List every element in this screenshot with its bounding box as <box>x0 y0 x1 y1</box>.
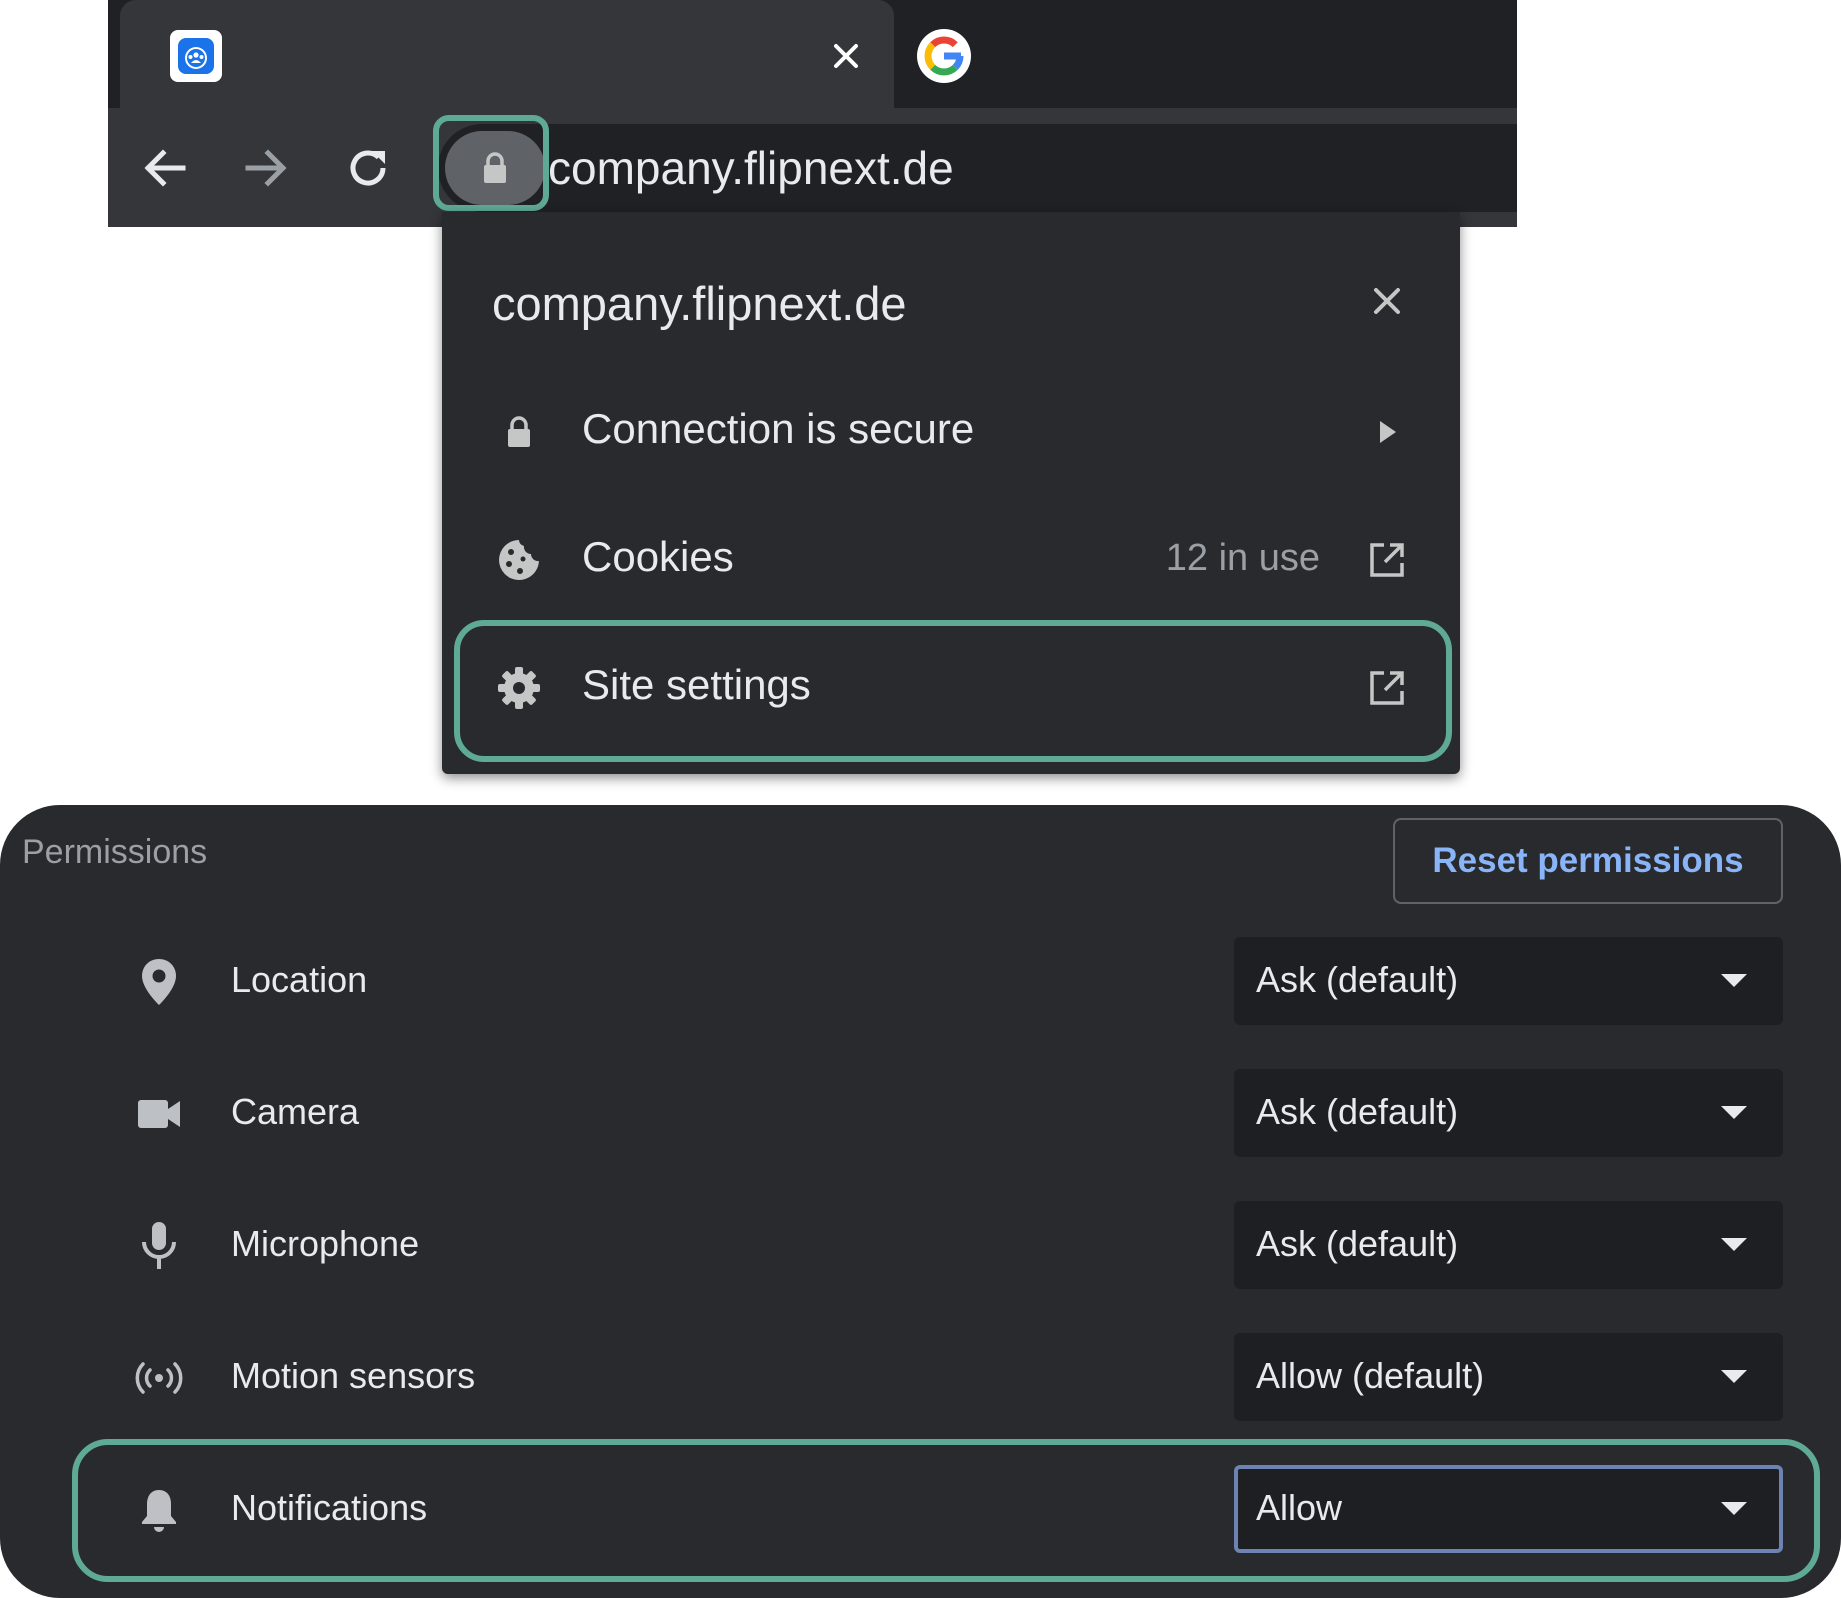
browser-chrome: company.flipnext.de <box>108 0 1517 227</box>
connection-secure-label: Connection is secure <box>582 405 975 452</box>
dropdown-caret-icon <box>1721 974 1747 987</box>
tab-active[interactable] <box>120 0 894 125</box>
permission-row-camera: Camera Ask (default) <box>0 1069 1841 1157</box>
motion-sensors-select[interactable]: Allow (default) <box>1234 1333 1783 1421</box>
dropdown-caret-icon <box>1721 1238 1747 1251</box>
location-select[interactable]: Ask (default) <box>1234 937 1783 1025</box>
popup-title: company.flipnext.de <box>492 277 907 330</box>
toolbar: company.flipnext.de <box>108 108 1517 227</box>
microphone-select[interactable]: Ask (default) <box>1234 1201 1783 1289</box>
permission-label: Location <box>231 959 368 1000</box>
camera-icon <box>133 1088 185 1140</box>
cookie-icon <box>494 535 544 585</box>
reset-permissions-button[interactable]: Reset permissions <box>1393 818 1783 904</box>
external-link-icon <box>1362 535 1412 585</box>
lock-icon <box>494 407 544 457</box>
permission-label: Microphone <box>231 1223 420 1264</box>
dropdown-caret-icon <box>1721 1370 1747 1383</box>
cookies-label: Cookies <box>582 533 734 580</box>
connection-secure-row[interactable]: Connection is secure <box>442 377 1460 487</box>
select-value: Allow (default) <box>1256 1355 1485 1396</box>
highlight-site-settings <box>454 620 1452 762</box>
highlight-lock-icon <box>433 115 549 211</box>
address-url[interactable]: company.flipnext.de <box>548 138 954 198</box>
permission-row-motion-sensors: Motion sensors Allow (default) <box>0 1333 1841 1421</box>
permissions-title: Permissions <box>22 833 208 871</box>
select-value: Ask (default) <box>1256 1223 1459 1264</box>
chevron-right-icon <box>1362 407 1412 457</box>
app-favicon-icon <box>170 30 222 82</box>
permission-row-microphone: Microphone Ask (default) <box>0 1201 1841 1289</box>
permission-label: Motion sensors <box>231 1355 476 1396</box>
cookies-count: 12 in use <box>1165 537 1320 579</box>
motion-sensors-icon <box>133 1352 185 1404</box>
cookies-row[interactable]: Cookies 12 in use <box>442 505 1460 615</box>
back-arrow-icon[interactable] <box>135 138 195 198</box>
forward-arrow-icon[interactable] <box>236 138 296 198</box>
google-favicon-icon[interactable] <box>916 28 972 84</box>
close-icon[interactable] <box>1362 276 1412 326</box>
select-value: Ask (default) <box>1256 1091 1459 1132</box>
dropdown-caret-icon <box>1721 1106 1747 1119</box>
microphone-icon <box>133 1220 185 1272</box>
tab-close-icon[interactable] <box>820 30 872 82</box>
reload-icon[interactable] <box>338 138 398 198</box>
permission-row-location: Location Ask (default) <box>0 937 1841 1025</box>
highlight-notifications-row <box>72 1439 1820 1582</box>
select-value: Ask (default) <box>1256 959 1459 1000</box>
location-pin-icon <box>133 956 185 1008</box>
permission-label: Camera <box>231 1091 360 1132</box>
camera-select[interactable]: Ask (default) <box>1234 1069 1783 1157</box>
